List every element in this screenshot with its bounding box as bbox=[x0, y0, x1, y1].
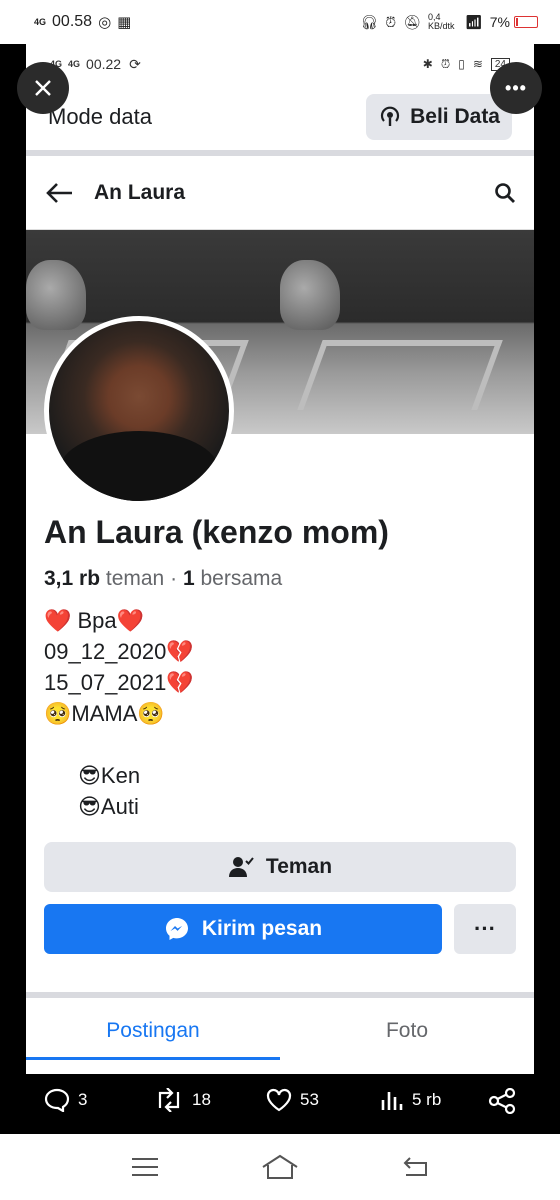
inner-status-bar: 4G 4G 00.22 ⟳ ✱ ⏰︎ ▯ ≋ 24 bbox=[26, 44, 534, 84]
vibrate-icon: ▯ bbox=[458, 57, 465, 71]
inner-signal-b: 4G bbox=[68, 59, 81, 69]
system-nav-bar bbox=[0, 1134, 560, 1200]
beli-data-button[interactable]: Beli Data bbox=[366, 94, 512, 140]
header-title: An Laura bbox=[94, 180, 186, 204]
battery-indicator: 7% bbox=[490, 14, 538, 30]
beli-data-label: Beli Data bbox=[410, 105, 500, 128]
send-message-label: Kirim pesan bbox=[201, 917, 323, 940]
battery-fill bbox=[516, 18, 518, 26]
back-icon[interactable] bbox=[400, 1155, 430, 1179]
share-button[interactable] bbox=[488, 1088, 516, 1114]
avatar-shirt bbox=[59, 431, 219, 501]
mutual-label: bersama bbox=[200, 567, 283, 590]
retweet-count: 18 bbox=[192, 1090, 211, 1109]
close-icon bbox=[35, 80, 51, 96]
tab-photos[interactable]: Foto bbox=[280, 998, 534, 1064]
battery-icon bbox=[514, 16, 538, 28]
instagram-icon: ◎ bbox=[98, 14, 112, 31]
more-menu-button[interactable]: ••• bbox=[490, 62, 542, 114]
friends-label: teman bbox=[105, 567, 165, 590]
friends-button[interactable]: Teman bbox=[44, 842, 516, 892]
outer-status-bar: 4G 00.58 ◎ ▦ 🎧︎ ⏰︎ 🔕︎ 0,4 KB/dtk 📶︎ 7% bbox=[0, 0, 560, 44]
bio-line: 15_07_2021💔 bbox=[44, 670, 194, 695]
bio-spacer bbox=[44, 729, 516, 760]
views-count: 5 rb bbox=[412, 1090, 442, 1109]
reply-button[interactable]: 3 bbox=[44, 1088, 87, 1112]
cover-photo-right bbox=[280, 230, 534, 434]
network-speed: 0,4 KB/dtk bbox=[427, 12, 455, 31]
bluetooth-icon: ✱ bbox=[422, 57, 433, 71]
status-time: 00.58 bbox=[52, 13, 93, 30]
friends-button-label: Teman bbox=[265, 855, 333, 878]
profile-tabs: Postingan Foto bbox=[26, 992, 534, 1064]
mute-icon: 🔕︎ bbox=[403, 13, 421, 30]
profile-header: An Laura bbox=[26, 156, 534, 230]
close-button[interactable] bbox=[17, 62, 69, 114]
headphone-icon: 🎧︎ bbox=[360, 13, 379, 30]
share-icon bbox=[488, 1088, 516, 1114]
retweet-button[interactable]: 18 bbox=[154, 1088, 211, 1112]
heart-icon bbox=[266, 1088, 292, 1112]
data-mode-row: Mode data Beli Data bbox=[26, 84, 534, 156]
messenger-icon bbox=[165, 918, 188, 940]
bio-line: 🥺MAMA🥺 bbox=[44, 701, 165, 726]
tweet-action-bar: 3 18 53 5 rb bbox=[0, 1074, 560, 1134]
sync-icon: ⟳ bbox=[129, 55, 141, 72]
cover-grill-2 bbox=[297, 340, 503, 410]
like-count: 53 bbox=[300, 1090, 319, 1109]
screenshot-card[interactable]: 4G 4G 00.22 ⟳ ✱ ⏰︎ ▯ ≋ 24 Mode data Beli… bbox=[26, 44, 534, 1074]
more-options-button[interactable]: ··· bbox=[454, 904, 516, 954]
reply-icon bbox=[44, 1088, 70, 1112]
views-button[interactable]: 5 rb bbox=[380, 1088, 441, 1112]
inner-wifi-icon: ≋ bbox=[472, 57, 483, 71]
send-message-button[interactable]: Kirim pesan bbox=[44, 904, 442, 954]
bio-line: 09_12_2020💔 bbox=[44, 639, 194, 664]
mutual-count: 1 bbox=[182, 567, 195, 590]
friend-stats[interactable]: 3,1 rb teman · 1 bersama bbox=[44, 567, 516, 591]
stats-separator: · bbox=[170, 567, 178, 590]
home-icon[interactable] bbox=[261, 1154, 299, 1180]
tab-posts[interactable]: Postingan bbox=[26, 998, 280, 1064]
cover-rock-2 bbox=[280, 260, 340, 330]
wifi-icon: 📶︎ bbox=[464, 13, 483, 30]
alarm-icon: ⏰︎ bbox=[385, 13, 397, 30]
mode-data-label: Mode data bbox=[48, 104, 152, 129]
friend-check-icon bbox=[228, 857, 254, 877]
broadcast-icon bbox=[381, 106, 400, 126]
like-button[interactable]: 53 bbox=[266, 1088, 319, 1112]
bio-line: 😎Auti bbox=[78, 794, 139, 819]
friends-count: 3,1 rb bbox=[44, 567, 101, 590]
menu-icon[interactable] bbox=[130, 1156, 160, 1178]
reply-count: 3 bbox=[78, 1090, 88, 1109]
app-icon: ▦ bbox=[117, 14, 132, 31]
inner-time: 00.22 bbox=[86, 56, 122, 72]
views-icon bbox=[381, 1092, 403, 1110]
bio-line: 😎Ken bbox=[78, 763, 141, 788]
retweet-icon bbox=[158, 1088, 180, 1112]
profile-info: An Laura (kenzo mom) 3,1 rb teman · 1 be… bbox=[26, 514, 534, 954]
profile-name: An Laura (kenzo mom) bbox=[44, 514, 389, 550]
cover-rock bbox=[26, 260, 86, 330]
inner-alarm-icon: ⏰︎ bbox=[440, 56, 451, 71]
action-buttons-row: Kirim pesan ··· bbox=[44, 904, 516, 954]
battery-text: 7% bbox=[489, 14, 510, 30]
more-dots-icon: ••• bbox=[505, 77, 527, 98]
profile-avatar[interactable] bbox=[44, 316, 234, 506]
back-arrow-icon[interactable] bbox=[44, 181, 74, 205]
profile-bio: ❤️ Bpa❤️ 09_12_2020💔 15_07_2021💔 🥺MAMA🥺 … bbox=[44, 605, 516, 822]
bio-line: ❤️ Bpa❤️ bbox=[44, 608, 145, 633]
search-icon[interactable] bbox=[494, 182, 516, 204]
signal-icon: 4G bbox=[34, 16, 47, 27]
